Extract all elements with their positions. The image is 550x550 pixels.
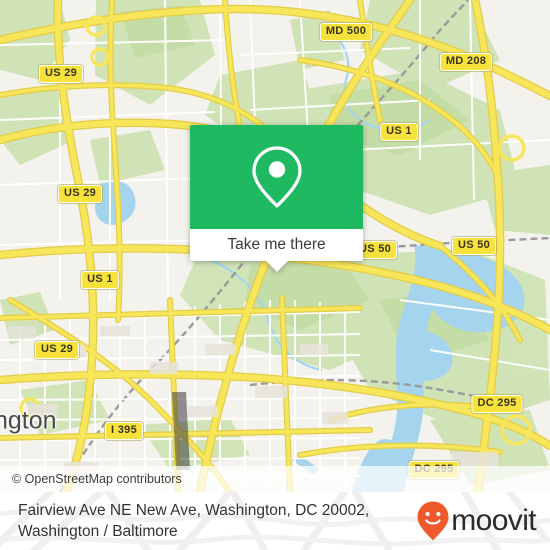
take-me-there-label: Take me there [227,236,326,253]
road-shield-dc-295-1[interactable]: DC 295 [471,395,523,413]
map-pin-icon [251,146,302,208]
moovit-logo[interactable]: moovit [416,500,537,542]
moovit-wordmark: moovit [451,504,536,537]
map-city-label: ngton [0,406,57,435]
take-me-there-button[interactable]: Take me there [190,229,363,261]
footer-bar: Fairview Ave NE New Ave, Washington, DC … [0,492,550,550]
address-line-1: Fairview Ave NE New Ave, Washington, DC … [18,502,370,519]
map-screenshot-root: ngton MD 500 MD 208 US 29 US 1 US 29 US … [0,0,550,550]
road-shield-md-500[interactable]: MD 500 [319,23,373,41]
popup-tail [265,261,288,272]
map-attribution: © OpenStreetMap contributors [0,466,550,492]
road-shield-us-29-2[interactable]: US 29 [57,185,103,203]
popup-icon-area [190,125,363,229]
moovit-smiley-pin-icon [417,501,449,541]
road-shield-md-208[interactable]: MD 208 [439,53,493,71]
road-shield-us-1-1[interactable]: US 1 [380,123,418,141]
location-address: Fairview Ave NE New Ave, Washington, DC … [18,500,369,542]
footer-content: Fairview Ave NE New Ave, Washington, DC … [0,492,550,550]
address-line-2: Washington / Baltimore [18,523,178,540]
road-shield-us-1-2[interactable]: US 1 [81,271,119,289]
road-shield-us-29-3[interactable]: US 29 [34,341,80,359]
road-shield-i-395[interactable]: I 395 [105,422,143,440]
road-shield-us-50-2[interactable]: US 50 [451,237,497,255]
map-attribution-text[interactable]: © OpenStreetMap contributors [0,472,182,486]
road-shield-us-29-1[interactable]: US 29 [38,65,84,83]
location-popup-card[interactable]: Take me there [190,125,363,272]
